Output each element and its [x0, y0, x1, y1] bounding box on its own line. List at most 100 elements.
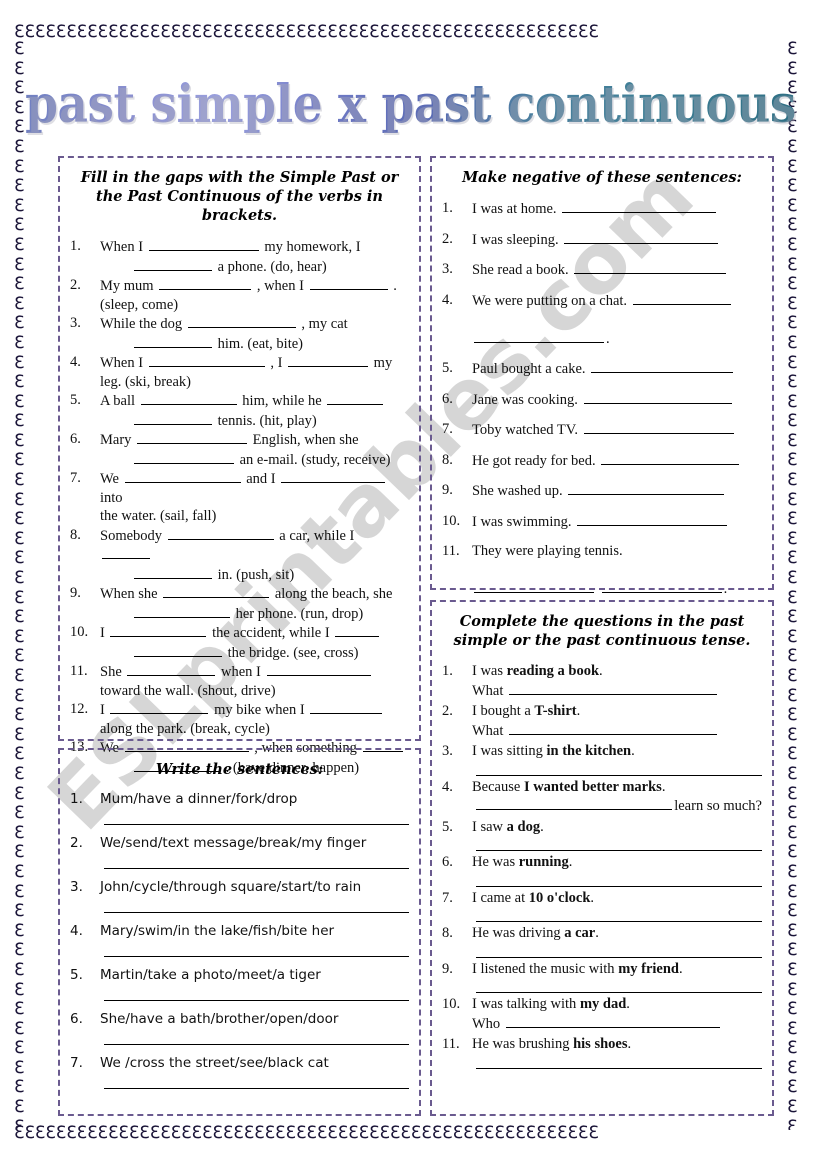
answer-blank[interactable]: [140, 391, 237, 405]
answer-blank[interactable]: [110, 700, 209, 714]
item-number: 10.: [70, 624, 89, 640]
border-glyph: ℇ: [787, 940, 798, 961]
answer-blank[interactable]: [134, 643, 222, 657]
border-glyph: ℇ: [787, 1097, 798, 1118]
border-glyph: ℇ: [787, 1116, 798, 1130]
answer-blank[interactable]: [167, 526, 274, 540]
answer-blank[interactable]: [134, 565, 212, 579]
sentence-text: A ball him, while he tennis. (hit, play): [100, 393, 385, 429]
answer-blank[interactable]: [574, 260, 727, 274]
answer-blank[interactable]: [335, 623, 380, 637]
answer-blank[interactable]: [577, 512, 728, 526]
answer-blank[interactable]: [568, 481, 725, 495]
border-glyph: ℇ: [14, 744, 25, 765]
border-glyph: ℇ: [787, 176, 798, 197]
sentence-text: I the accident, while I the bridge. (see…: [100, 625, 381, 661]
answer-rule[interactable]: [476, 921, 762, 922]
sentence-text: I listened the music with my friend.: [472, 960, 683, 977]
border-glyph: ℇ: [787, 528, 798, 549]
border-glyph: ℇ: [787, 744, 798, 765]
sentence-text: He was driving a car.: [472, 925, 599, 941]
answer-blank[interactable]: [601, 451, 740, 465]
answer-rule[interactable]: [104, 1088, 409, 1089]
list-item: 1. When I my homework, I a phone. (do, he…: [70, 237, 409, 276]
border-glyph: ℇ: [787, 391, 798, 412]
border-glyph: ℇ: [14, 509, 25, 530]
sentence-text: I was at home.: [472, 201, 718, 217]
answer-rule[interactable]: [104, 1000, 409, 1001]
answer-blank[interactable]: [134, 604, 230, 618]
answer-blank[interactable]: [632, 291, 731, 305]
answer-rule[interactable]: [476, 850, 762, 851]
answer-blank[interactable]: [102, 545, 150, 559]
sentence-text: They were playing tennis. .: [472, 543, 728, 597]
answer-blank[interactable]: [509, 681, 718, 695]
sentence-text: She when I toward the wall. (shout, driv…: [100, 664, 373, 699]
answer-blank[interactable]: [266, 662, 371, 676]
answer-blank[interactable]: [127, 662, 216, 676]
answer-blank[interactable]: [134, 257, 212, 271]
answer-blank[interactable]: [134, 334, 212, 348]
answer-blank[interactable]: [474, 579, 594, 593]
border-glyph: ℇ: [14, 783, 25, 804]
answer-blank[interactable]: [288, 353, 369, 367]
answer-blank[interactable]: [110, 623, 207, 637]
answer-rule[interactable]: [476, 774, 762, 776]
answer-blank[interactable]: [137, 430, 248, 444]
answer-blank[interactable]: [134, 411, 212, 425]
answer-blank[interactable]: [159, 276, 252, 290]
answer-blank[interactable]: [601, 579, 722, 593]
answer-blank[interactable]: [310, 700, 383, 714]
list-item: 3. John/cycle/through square/start/to rai…: [70, 879, 409, 913]
border-glyph: ℇ: [14, 332, 25, 353]
answer-rule[interactable]: [476, 1067, 762, 1069]
list-item: 9. I listened the music with my friend.: [442, 960, 762, 993]
answer-rule[interactable]: [476, 956, 762, 958]
page-title: past simple x past continuous: [25, 73, 796, 136]
border-glyph: ℇ: [787, 136, 798, 157]
answer-blank[interactable]: [187, 314, 296, 328]
answer-rule[interactable]: [104, 912, 409, 913]
answer-rule[interactable]: [104, 1044, 409, 1045]
answer-blank[interactable]: [327, 391, 384, 405]
item-number: 6.: [442, 854, 453, 870]
answer-blank[interactable]: [591, 359, 734, 373]
border-glyph: ℇ: [14, 1116, 25, 1130]
answer-blank[interactable]: [148, 237, 259, 251]
answer-rule[interactable]: [104, 824, 409, 825]
answer-blank[interactable]: [163, 584, 270, 598]
list-item: 5. Paul bought a cake.: [442, 359, 762, 379]
answer-blank[interactable]: [509, 721, 718, 735]
answer-blank[interactable]: [505, 1014, 720, 1028]
answer-blank[interactable]: [583, 420, 734, 434]
answer-rule[interactable]: [104, 868, 409, 869]
answer-focus-phrase: I wanted better marks: [523, 778, 662, 795]
answer-blank[interactable]: [562, 199, 717, 213]
list-item: 10. I was swimming.: [442, 512, 762, 532]
answer-rule[interactable]: [476, 992, 762, 993]
exercise-fill-gaps: Fill in the gaps with the Simple Past or…: [58, 156, 421, 776]
list-item: 8. He got ready for bed.: [442, 451, 762, 471]
item-number: 4.: [70, 923, 83, 939]
answer-blank[interactable]: [583, 390, 732, 404]
answer-rule[interactable]: [476, 885, 762, 887]
answer-blank[interactable]: [309, 276, 388, 290]
answer-blank[interactable]: [281, 469, 386, 483]
answer-blank[interactable]: [134, 450, 234, 464]
list-item: 2. My mum , when I . (sleep, come): [70, 276, 409, 314]
answer-blank[interactable]: [474, 329, 604, 343]
answer-blank[interactable]: [476, 796, 673, 810]
border-glyph: ℇ: [14, 40, 25, 59]
answer-rule[interactable]: [104, 956, 409, 957]
list-item: 7. We /cross the street/see/black cat: [70, 1055, 409, 1089]
answer-blank[interactable]: [148, 353, 265, 367]
sentence-text: She read a book.: [472, 262, 728, 278]
border-glyph: ℇ: [787, 568, 798, 589]
answer-blank[interactable]: [124, 469, 241, 483]
answer-blank[interactable]: [564, 230, 719, 244]
list-item: 4. We were putting on a chat. .: [442, 291, 762, 349]
border-glyph: ℇ: [14, 450, 25, 471]
border-glyph: ℇ: [14, 489, 25, 510]
border-glyph: ℇ: [14, 136, 25, 157]
item-number: 8.: [442, 451, 453, 468]
